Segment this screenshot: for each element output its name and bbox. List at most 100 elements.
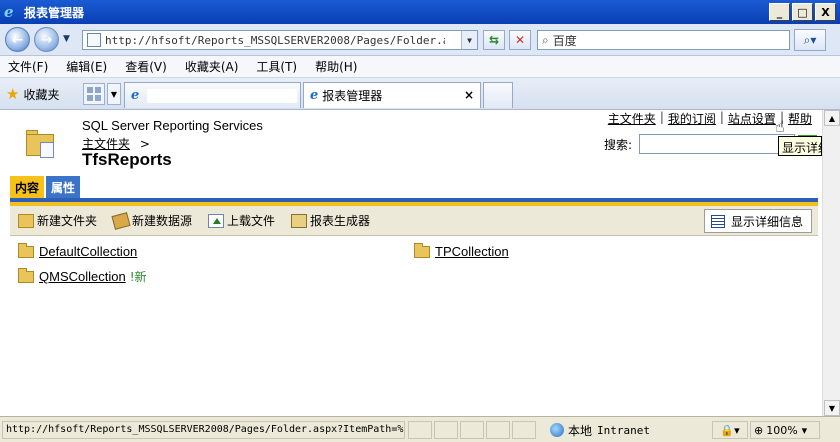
- zoom-button[interactable]: ⊕ 100% ▾: [750, 421, 820, 439]
- protected-mode-button[interactable]: 🔒▾: [712, 421, 748, 439]
- new-datasource-label: 新建数据源: [132, 214, 193, 228]
- upload-file-label: 上载文件: [227, 214, 276, 228]
- window-controls: _ □ X: [769, 3, 836, 21]
- product-name: SQL Server Reporting Services: [82, 118, 263, 133]
- status-panel: [460, 421, 484, 439]
- arrow-left-icon: ←: [11, 31, 24, 48]
- tab-close-icon[interactable]: ×: [464, 88, 474, 102]
- scroll-down-button[interactable]: ▼: [824, 400, 840, 416]
- stop-button[interactable]: ✕: [509, 30, 531, 50]
- new-badge: !新: [129, 270, 147, 284]
- tab-contents[interactable]: 内容: [10, 176, 45, 198]
- tab-list-dropdown[interactable]: ▼: [107, 83, 121, 105]
- folder-report-icon: [26, 130, 58, 158]
- lock-icon: 🔒▾: [720, 423, 740, 437]
- zone-type: Intranet: [597, 423, 650, 437]
- browser-tab-1[interactable]: e: [124, 82, 301, 108]
- show-details-button[interactable]: 显示详细信息: [703, 209, 812, 233]
- status-panel: [434, 421, 458, 439]
- vertical-scrollbar[interactable]: ▲ ▼: [822, 110, 840, 416]
- link-my-subscriptions[interactable]: 我的订阅: [668, 110, 716, 127]
- search-label: 搜索:: [604, 138, 633, 152]
- zoom-icon: ⊕: [754, 423, 764, 437]
- ie-page-icon: e: [131, 88, 140, 103]
- folder-link-defaultcollection[interactable]: DefaultCollection: [39, 244, 137, 259]
- upload-icon: [208, 213, 225, 228]
- web-search-input[interactable]: ⌕ 百度: [537, 30, 790, 50]
- report-manager-page: SQL Server Reporting Services 主文件夹 > Tfs…: [0, 110, 822, 416]
- link-site-settings[interactable]: 站点设置: [728, 110, 776, 127]
- menu-edit[interactable]: 编辑(E): [66, 58, 107, 75]
- back-button[interactable]: ←: [5, 27, 30, 52]
- folder-icon: [18, 242, 34, 258]
- page-title: TfsReports: [82, 150, 172, 169]
- favorites-button[interactable]: ★ 收藏夹: [6, 85, 59, 103]
- window-title: 报表管理器: [24, 5, 85, 20]
- details-list-icon: [710, 214, 725, 228]
- menu-help[interactable]: 帮助(H): [315, 58, 357, 75]
- refresh-icon: ⇆: [488, 33, 500, 47]
- refresh-button[interactable]: ⇆: [483, 30, 505, 50]
- web-search-button[interactable]: ⌕▾: [794, 29, 826, 51]
- favorites-label: 收藏夹: [23, 87, 60, 102]
- report-builder-icon: [291, 213, 308, 228]
- history-dropdown[interactable]: ▼: [63, 34, 70, 44]
- show-details-label: 显示详细信息: [730, 214, 803, 229]
- security-zone[interactable]: 本地 Intranet: [550, 421, 650, 439]
- tooltip: 显示详细信息: [778, 136, 822, 156]
- maximize-button[interactable]: □: [792, 3, 813, 21]
- web-search-value[interactable]: 百度: [553, 32, 577, 49]
- close-button[interactable]: X: [815, 3, 836, 21]
- folder-link-tpcollection[interactable]: TPCollection: [435, 244, 509, 259]
- datasource-icon: [111, 211, 131, 230]
- menu-favorites[interactable]: 收藏夹(A): [185, 58, 239, 75]
- ie-logo-icon: e: [4, 3, 14, 21]
- address-toolbar: ← → ▼ http://hfsoft/Reports_MSSQLSERVER2…: [0, 24, 840, 56]
- folder-icon: [18, 267, 34, 283]
- browser-tab-active[interactable]: e 报表管理器 ×: [303, 82, 481, 108]
- new-tab-button[interactable]: [483, 82, 513, 108]
- tab-label-2: 报表管理器: [322, 89, 383, 103]
- tab-properties[interactable]: 属性: [46, 176, 81, 198]
- zone-label: 本地: [568, 423, 593, 438]
- status-bar: http://hfsoft/Reports_MSSQLSERVER2008/Pa…: [0, 416, 840, 442]
- tab-label-1: [147, 88, 298, 103]
- view-tabs: 内容 属性: [10, 176, 82, 198]
- address-url[interactable]: http://hfsoft/Reports_MSSQLSERVER2008/Pa…: [105, 34, 445, 47]
- menu-view[interactable]: 查看(V): [125, 58, 167, 75]
- minimize-button[interactable]: _: [769, 3, 790, 21]
- status-panel: [486, 421, 510, 439]
- status-panel: [408, 421, 432, 439]
- new-datasource-button[interactable]: 新建数据源: [111, 211, 193, 230]
- link-home[interactable]: 主文件夹: [608, 110, 656, 127]
- link-help[interactable]: 帮助: [788, 110, 812, 127]
- quick-tabs-button[interactable]: [83, 83, 105, 105]
- ie-page-icon: e: [310, 88, 319, 103]
- upload-file-button[interactable]: 上载文件: [208, 212, 275, 229]
- address-dropdown[interactable]: ▼: [461, 31, 477, 49]
- scroll-up-button[interactable]: ▲: [824, 110, 840, 126]
- search-provider-icon: ⌕: [542, 32, 549, 47]
- forward-button[interactable]: →: [34, 27, 59, 52]
- list-item: DefaultCollection: [18, 242, 137, 259]
- menu-file[interactable]: 文件(F): [8, 58, 48, 75]
- folder-link-qmscollection[interactable]: QMSCollection: [39, 269, 126, 284]
- breadcrumb-separator: >: [139, 137, 150, 151]
- new-folder-button[interactable]: 新建文件夹: [18, 212, 97, 229]
- address-bar[interactable]: http://hfsoft/Reports_MSSQLSERVER2008/Pa…: [82, 30, 478, 50]
- report-builder-button[interactable]: 报表生成器: [291, 212, 370, 229]
- stop-icon: ✕: [514, 33, 526, 47]
- report-search-input[interactable]: [639, 134, 795, 154]
- hand-cursor-icon: ☝: [775, 117, 785, 136]
- star-icon: ★: [6, 85, 20, 103]
- tab-bar: ★ 收藏夹 ▼ e e 报表管理器 ×: [0, 78, 840, 110]
- content-toolbar: 新建文件夹 新建数据源 上载文件 报表生成器 显示详细信息: [10, 206, 818, 236]
- menu-tools[interactable]: 工具(T): [256, 58, 297, 75]
- zoom-dropdown-icon: ▾: [801, 423, 808, 437]
- new-folder-label: 新建文件夹: [37, 214, 98, 228]
- status-panel: [512, 421, 536, 439]
- status-url: http://hfsoft/Reports_MSSQLSERVER2008/Pa…: [2, 421, 405, 439]
- breadcrumb-home-link[interactable]: 主文件夹: [82, 137, 130, 151]
- arrow-right-icon: →: [40, 31, 53, 48]
- window-titlebar: e 报表管理器 _ □ X: [0, 0, 840, 24]
